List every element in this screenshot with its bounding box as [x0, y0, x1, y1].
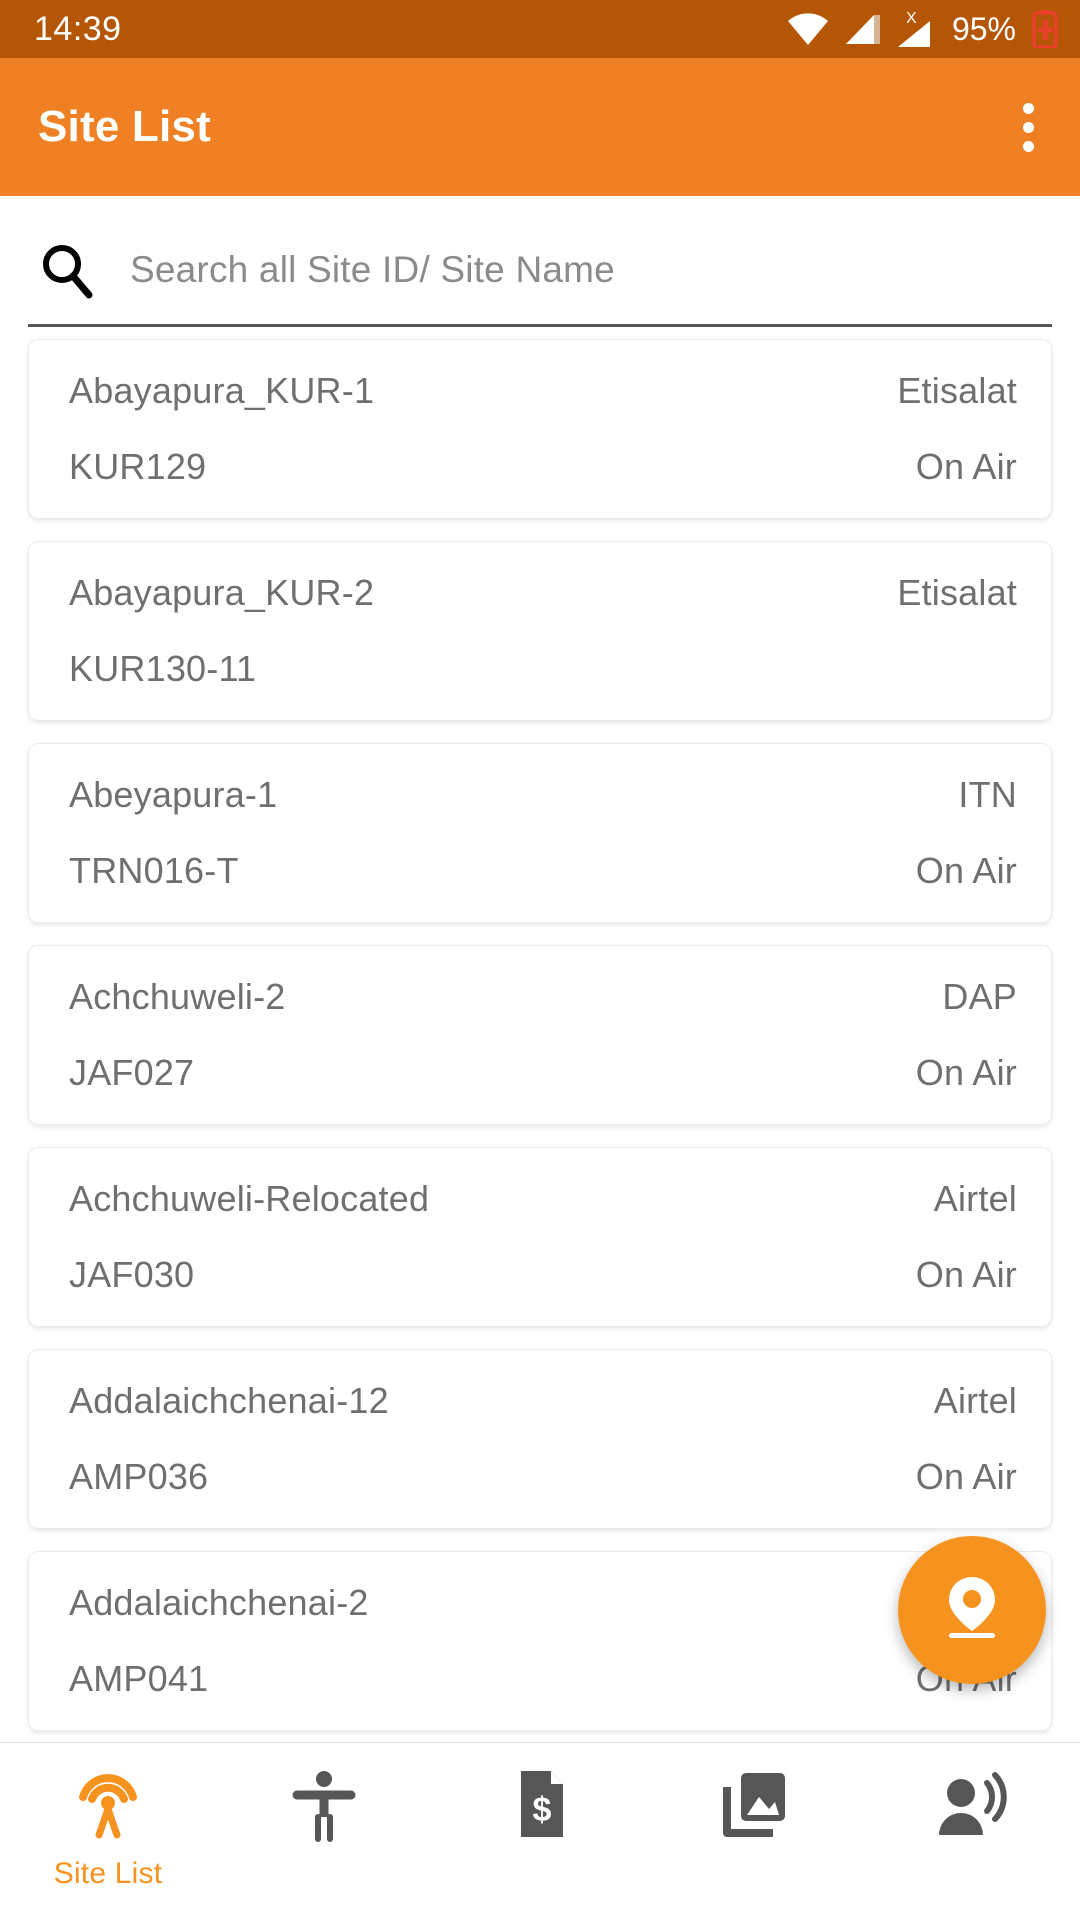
status-badge: On Air: [915, 1456, 1017, 1497]
search-section: Search all Site ID/ Site Name: [0, 196, 1080, 327]
map-location-fab[interactable]: [898, 1536, 1046, 1684]
site-id: KUR130-11: [69, 648, 257, 689]
list-item[interactable]: Addalaichchenai-2 AMP041 On Air: [28, 1551, 1052, 1731]
table-row: Abayapura_KUR-1 Etisalat: [69, 370, 1017, 412]
app-screen: 14:39 X 95% Site List Search all Site ID…: [0, 0, 1080, 1920]
table-row: TRN016-T On Air: [69, 850, 1017, 892]
site-id: JAF030: [69, 1254, 195, 1295]
table-row: AMP036 On Air: [69, 1456, 1017, 1498]
site-operator: Etisalat: [897, 572, 1017, 613]
page-title: Site List: [38, 102, 211, 151]
table-row: Addalaichchenai-12 Airtel: [69, 1380, 1017, 1422]
search-bar[interactable]: Search all Site ID/ Site Name: [28, 240, 1052, 327]
site-name: Abayapura_KUR-2: [69, 572, 375, 613]
list-item[interactable]: Abeyapura-1 ITN TRN016-T On Air: [28, 743, 1052, 923]
sidebar-item-site-list[interactable]: Site List: [0, 1765, 216, 1891]
site-name: Addalaichchenai-2: [69, 1582, 369, 1623]
table-row: Achchuweli-2 DAP: [69, 976, 1017, 1018]
site-id: AMP036: [69, 1456, 209, 1497]
status-badge: On Air: [915, 1254, 1017, 1295]
sidebar-item-label: Site List: [53, 1857, 163, 1890]
sidebar-item-gallery[interactable]: [648, 1765, 864, 1857]
search-input[interactable]: Search all Site ID/ Site Name: [130, 249, 615, 291]
table-row: AMP041 On Air: [69, 1658, 1017, 1700]
search-icon: [28, 240, 106, 300]
site-operator: ITN: [958, 774, 1017, 815]
battery-percent-label: 95%: [951, 10, 1016, 47]
bottom-navigation: Site List $: [0, 1742, 1080, 1920]
svg-text:$: $: [533, 1791, 552, 1829]
list-item[interactable]: Addalaichchenai-12 Airtel AMP036 On Air: [28, 1349, 1052, 1529]
wifi-icon: [786, 12, 830, 46]
no-sim-x-icon: X: [896, 9, 934, 49]
sidebar-item-broadcast[interactable]: [864, 1765, 1080, 1857]
person-broadcast-icon: [933, 1765, 1011, 1843]
table-row: Addalaichchenai-2: [69, 1582, 1017, 1624]
status-badge: On Air: [915, 446, 1017, 487]
table-row: KUR130-11: [69, 648, 1017, 690]
site-id: KUR129: [69, 446, 207, 487]
signal-bars-icon: [844, 12, 882, 46]
site-operator: Etisalat: [897, 370, 1017, 411]
table-row: KUR129 On Air: [69, 446, 1017, 488]
battery-charging-icon: [1032, 10, 1058, 48]
site-name: Addalaichchenai-12: [69, 1380, 389, 1421]
site-id: AMP041: [69, 1658, 209, 1699]
status-bar: 14:39 X 95%: [0, 0, 1080, 58]
table-row: JAF027 On Air: [69, 1052, 1017, 1094]
table-row: JAF030 On Air: [69, 1254, 1017, 1296]
site-id: JAF027: [69, 1052, 195, 1093]
table-row: Achchuweli-Relocated Airtel: [69, 1178, 1017, 1220]
list-item[interactable]: Abayapura_KUR-2 Etisalat KUR130-11: [28, 541, 1052, 721]
site-operator: DAP: [942, 976, 1017, 1017]
overflow-menu-icon[interactable]: [1011, 93, 1046, 162]
sidebar-item-accessibility[interactable]: [216, 1765, 432, 1857]
status-icons-group: X 95%: [786, 9, 1058, 49]
invoice-dollar-icon: $: [501, 1765, 579, 1843]
gallery-image-icon: [717, 1765, 795, 1843]
site-list[interactable]: Abayapura_KUR-1 Etisalat KUR129 On Air A…: [0, 327, 1080, 1731]
site-name: Achchuweli-2: [69, 976, 286, 1017]
svg-text:X: X: [906, 10, 917, 27]
status-time: 14:39: [34, 10, 122, 48]
site-operator: Airtel: [933, 1380, 1017, 1421]
accessibility-icon: [285, 1765, 363, 1843]
cell-tower-icon: [69, 1765, 147, 1843]
table-row: Abeyapura-1 ITN: [69, 774, 1017, 816]
table-row: Abayapura_KUR-2 Etisalat: [69, 572, 1017, 614]
list-item[interactable]: Achchuweli-2 DAP JAF027 On Air: [28, 945, 1052, 1125]
site-name: Abayapura_KUR-1: [69, 370, 375, 411]
location-pin-icon: [936, 1569, 1008, 1652]
status-badge: On Air: [915, 1052, 1017, 1093]
list-item[interactable]: Achchuweli-Relocated Airtel JAF030 On Ai…: [28, 1147, 1052, 1327]
list-item[interactable]: Abayapura_KUR-1 Etisalat KUR129 On Air: [28, 339, 1052, 519]
site-name: Achchuweli-Relocated: [69, 1178, 430, 1219]
status-badge: On Air: [915, 850, 1017, 891]
site-operator: Airtel: [933, 1178, 1017, 1219]
site-name: Abeyapura-1: [69, 774, 278, 815]
sidebar-item-invoice[interactable]: $: [432, 1765, 648, 1857]
site-id: TRN016-T: [69, 850, 239, 891]
app-bar: Site List: [0, 58, 1080, 196]
